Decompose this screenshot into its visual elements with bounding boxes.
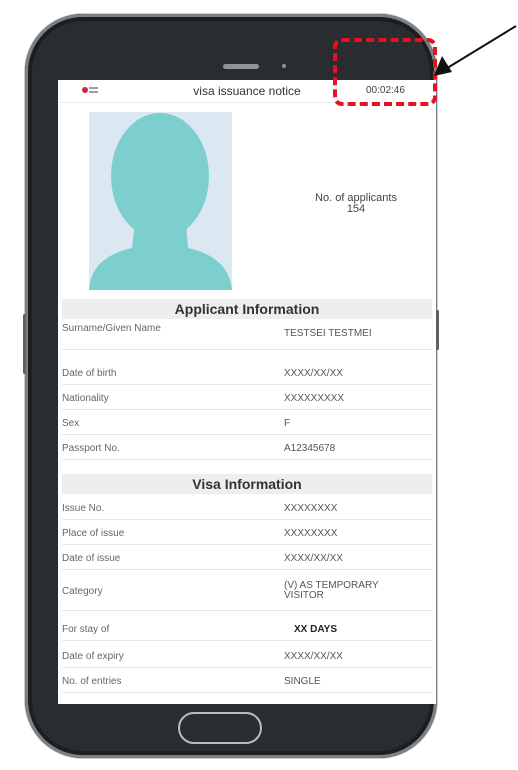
row-label: No. of entries xyxy=(62,676,122,687)
row-value: (V) AS TEMPORARY VISITOR xyxy=(284,580,379,601)
row-sex: Sex F xyxy=(62,419,432,435)
row-value: A12345678 xyxy=(284,443,336,454)
row-date-of-expiry: Date of expiry XXXX/XX/XX xyxy=(62,652,432,668)
row-label: Date of expiry xyxy=(62,651,124,662)
row-value: XXXX/XX/XX xyxy=(284,368,343,379)
row-name: Surname/Given Name TESTSEI TESTMEI xyxy=(62,324,432,350)
row-dob: Date of birth XXXX/XX/XX xyxy=(62,369,432,385)
row-label: Date of birth xyxy=(62,368,117,379)
row-value: XXXX/XX/XX xyxy=(284,651,343,662)
timer-highlight-box xyxy=(333,38,437,106)
section-visa-info: Visa Information xyxy=(62,474,432,494)
row-label: Date of issue xyxy=(62,553,121,564)
arrow-icon xyxy=(434,25,517,76)
section-applicant-info: Applicant Information xyxy=(62,299,432,319)
home-button[interactable] xyxy=(178,712,262,744)
row-label: Passport No. xyxy=(62,443,120,454)
volume-button xyxy=(23,314,26,374)
row-date-of-issue: Date of issue XXXX/XX/XX xyxy=(62,554,432,570)
front-camera xyxy=(282,64,286,68)
applicant-photo xyxy=(89,112,232,290)
row-label: For stay of xyxy=(62,624,110,635)
row-category: Category (V) AS TEMPORARY VISITOR xyxy=(62,581,432,611)
row-label: Surname/Given Name xyxy=(62,323,161,334)
row-value: XXXXXXXX xyxy=(284,528,338,539)
row-label: Issue No. xyxy=(62,503,105,514)
row-label: Nationality xyxy=(62,393,109,404)
phone-frame: visa issuance notice 00:02:46 No. of app… xyxy=(23,14,439,758)
row-entries: No. of entries SINGLE xyxy=(62,677,432,693)
row-label: Sex xyxy=(62,418,80,429)
row-value: XXXXXXXX xyxy=(284,503,338,514)
row-value: TESTSEI TESTMEI xyxy=(284,328,372,339)
applicants-number: 154 xyxy=(346,203,366,215)
row-issue-no: Issue No. XXXXXXXX xyxy=(62,504,432,520)
applicants-count: No. of applicants 154 xyxy=(296,193,416,215)
app-screen: visa issuance notice 00:02:46 No. of app… xyxy=(58,80,436,704)
row-value: F xyxy=(284,418,291,429)
speaker-grille xyxy=(223,64,259,69)
row-nationality: Nationality XXXXXXXXX xyxy=(62,394,432,410)
row-value: XX DAYS xyxy=(294,624,337,635)
row-place-of-issue: Place of issue XXXXXXXX xyxy=(62,529,432,545)
power-button xyxy=(436,310,439,350)
row-value: SINGLE xyxy=(284,676,321,687)
row-value: XXXXXXXXX xyxy=(284,393,345,404)
row-passport: Passport No. A12345678 xyxy=(62,444,432,460)
row-label: Place of issue xyxy=(62,528,125,539)
row-stay: For stay of XX DAYS xyxy=(62,625,432,641)
row-label: Category xyxy=(62,586,103,597)
row-value: XXXX/XX/XX xyxy=(284,553,343,564)
